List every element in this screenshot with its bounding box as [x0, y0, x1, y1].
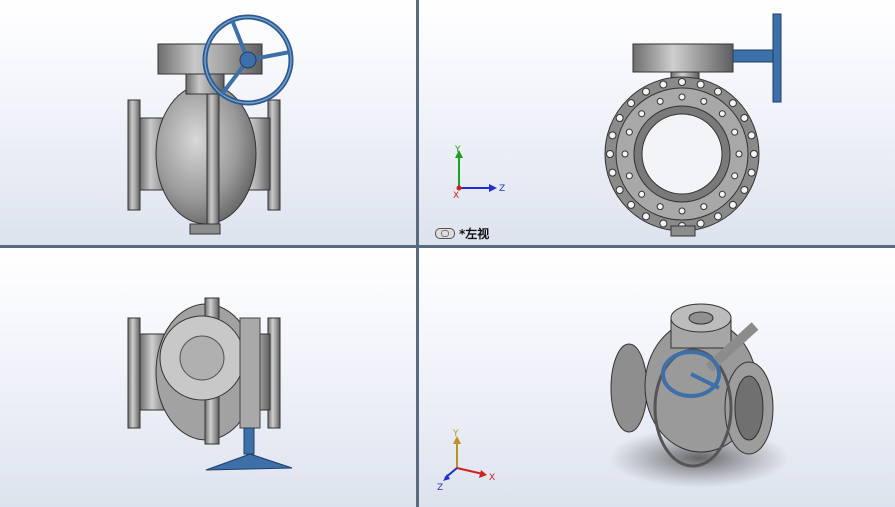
bolt-hole [659, 80, 668, 89]
bolt-hole [714, 212, 722, 221]
front-view-model [127, 14, 294, 235]
bolt-hole [718, 190, 726, 198]
bolt-hole [678, 93, 686, 101]
axis-y-label: Y [454, 145, 461, 155]
bolt-hole [750, 150, 758, 158]
view-orientation-icon [435, 228, 455, 239]
bolt-hole [627, 200, 636, 209]
front-view-pane[interactable] [0, 0, 416, 245]
bolt-hole [615, 114, 624, 122]
bolt-hole [678, 207, 686, 215]
bolt-hole [625, 128, 633, 136]
bolt-hole [696, 80, 705, 89]
bolt-hole [656, 97, 664, 105]
bolt-hole [638, 190, 646, 198]
bolt-hole [700, 97, 708, 105]
bolt-hole [718, 110, 726, 118]
bolt-hole [735, 150, 743, 158]
bolt-hole [678, 78, 686, 86]
view-name-text: *左视 [459, 227, 490, 241]
bolt-hole [608, 131, 617, 140]
bolt-hole [606, 150, 614, 158]
bolt-hole [615, 186, 624, 194]
bolt-hole [642, 87, 650, 96]
top-view-pane[interactable] [0, 248, 416, 507]
bolt-hole [747, 168, 756, 177]
bolt-hole [731, 172, 739, 180]
bolt-hole [731, 128, 739, 136]
axis-triad-iso: Y X Z [433, 428, 513, 492]
bolt-hole [700, 203, 708, 211]
bolt-hole [608, 168, 617, 177]
axis-x-label: X [489, 473, 495, 483]
bolt-hole [728, 99, 737, 108]
axis-x-label: X [453, 191, 459, 200]
axis-triad: Y Z X [445, 144, 525, 200]
axis-z-label: Z [499, 184, 505, 194]
bolt-hole [627, 99, 636, 108]
bolt-hole [714, 87, 722, 96]
view-name-label: *左视 [435, 225, 489, 242]
bolt-hole [638, 110, 646, 118]
left-view-pane[interactable]: Y Z X *左视 [419, 0, 895, 245]
left-view-model [604, 13, 782, 237]
bolt-hole [625, 172, 633, 180]
bolt-hole [740, 186, 749, 194]
bolt-hole [728, 200, 737, 209]
axis-z-label: Z [437, 483, 443, 492]
viewport-grid: Y Z X *左视 Y X Z [0, 0, 895, 507]
bolt-hole [740, 114, 749, 122]
top-view-model [127, 297, 293, 471]
bolt-hole [696, 219, 705, 228]
bolt-hole [656, 203, 664, 211]
isometric-view-pane[interactable]: Y X Z [419, 248, 895, 507]
axis-y-label: Y [452, 429, 459, 439]
bolt-hole [642, 212, 650, 221]
bolt-hole [621, 150, 629, 158]
bolt-hole [747, 131, 756, 140]
bolt-hole [659, 219, 668, 228]
